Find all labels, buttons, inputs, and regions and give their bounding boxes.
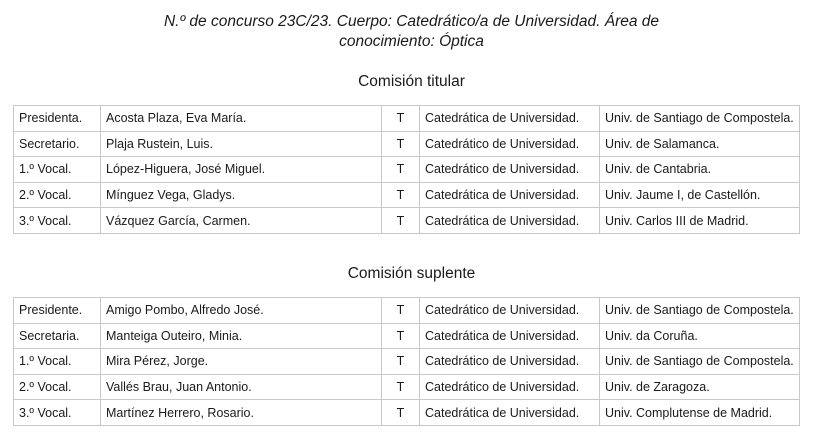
cuerpo-cell: Catedrático de Universidad. <box>419 130 600 158</box>
cuerpo-cell: Catedrática de Universidad. <box>419 105 600 132</box>
titular-row: 3.º Vocal. Vázquez García, Carmen. T Catedr… <box>13 207 800 234</box>
nombre-cell: Vallés Brau, Juan Antonio. <box>100 373 382 401</box>
cuerpo-cell: Catedrática de Universidad. <box>419 399 600 426</box>
suplente-row: 1.º Vocal. Mira Pérez, Jorge. T Catedrático… <box>13 348 800 375</box>
tipo-cell: T <box>381 105 420 132</box>
suplente-row: 3.º Vocal. Martínez Herrero, Rosario. T Cat… <box>13 399 800 426</box>
cargo-cell: Secretaria. <box>13 322 101 350</box>
cargo-cell: Presidenta. <box>13 105 101 132</box>
cargo-cell: 2.º Vocal. <box>13 181 101 209</box>
suplente-table: Presidente. Amigo Pombo, Alfredo José. T Ca… <box>13 297 800 426</box>
cargo-cell: Presidente. <box>13 297 101 324</box>
universidad-cell: Univ. de Cantabria. <box>599 156 800 183</box>
cuerpo-cell: Catedrática de Universidad. <box>419 181 600 209</box>
titular-row: Presidenta. Acosta Plaza, Eva María. T Cate… <box>13 105 800 132</box>
cuerpo-cell: Catedrático de Universidad. <box>419 156 600 183</box>
cuerpo-cell: Catedrático de Universidad. <box>419 373 600 401</box>
cuerpo-cell: Catedrática de Universidad. <box>419 322 600 350</box>
nombre-cell: Mínguez Vega, Gladys. <box>100 181 382 209</box>
universidad-cell: Univ. de Salamanca. <box>599 130 800 158</box>
nombre-cell: Plaja Rustein, Luis. <box>100 130 382 158</box>
tipo-cell: T <box>381 130 420 158</box>
universidad-cell: Univ. Complutense de Madrid. <box>599 399 800 426</box>
tipo-cell: T <box>381 297 420 324</box>
nombre-cell: Mira Pérez, Jorge. <box>100 348 382 375</box>
suplente-row: Presidente. Amigo Pombo, Alfredo José. T Ca… <box>13 297 800 324</box>
nombre-cell: Vázquez García, Carmen. <box>100 207 382 234</box>
universidad-cell: Univ. de Santiago de Compostela. <box>599 348 800 375</box>
titular-row: Secretario. Plaja Rustein, Luis. T Catedrát… <box>13 130 800 158</box>
nombre-cell: Acosta Plaza, Eva María. <box>100 105 382 132</box>
nombre-cell: López-Higuera, José Miguel. <box>100 156 382 183</box>
nombre-cell: Martínez Herrero, Rosario. <box>100 399 382 426</box>
titular-row: 1.º Vocal. López-Higuera, José Miguel. T Ca… <box>13 156 800 183</box>
universidad-cell: Univ. de Santiago de Compostela. <box>599 297 800 324</box>
tipo-cell: T <box>381 373 420 401</box>
cargo-cell: 3.º Vocal. <box>13 207 101 234</box>
document-title: N.º de concurso 23C/23. Cuerpo: Catedrát… <box>0 12 823 52</box>
cargo-cell: 3.º Vocal. <box>13 399 101 426</box>
nombre-cell: Amigo Pombo, Alfredo José. <box>100 297 382 324</box>
tipo-cell: T <box>381 181 420 209</box>
cuerpo-cell: Catedrática de Universidad. <box>419 207 600 234</box>
cargo-cell: Secretario. <box>13 130 101 158</box>
titular-row: 2.º Vocal. Mínguez Vega, Gladys. T Catedrát… <box>13 181 800 209</box>
universidad-cell: Univ. Carlos III de Madrid. <box>599 207 800 234</box>
suplente-heading: Comisión suplente <box>347 265 476 282</box>
universidad-cell: Univ. Jaume I, de Castellón. <box>599 181 800 209</box>
title-line-2: conocimiento: Óptica <box>339 33 484 50</box>
tipo-cell: T <box>381 348 420 375</box>
cargo-cell: 1.º Vocal. <box>13 348 101 375</box>
cargo-cell: 2.º Vocal. <box>13 373 101 401</box>
tipo-cell: T <box>381 207 420 234</box>
cuerpo-cell: Catedrático de Universidad. <box>419 348 600 375</box>
title-line-1: N.º de concurso 23C/23. Cuerpo: Catedrát… <box>163 13 660 30</box>
universidad-cell: Univ. de Santiago de Compostela. <box>599 105 800 132</box>
universidad-cell: Univ. de Zaragoza. <box>599 373 800 401</box>
tipo-cell: T <box>381 322 420 350</box>
cuerpo-cell: Catedrático de Universidad. <box>419 297 600 324</box>
universidad-cell: Univ. da Coruña. <box>599 322 800 350</box>
suplente-row: 2.º Vocal. Vallés Brau, Juan Antonio. T Cat… <box>13 373 800 401</box>
tipo-cell: T <box>381 156 420 183</box>
suplente-row: Secretaria. Manteiga Outeiro, Minia. T Cate… <box>13 322 800 350</box>
cargo-cell: 1.º Vocal. <box>13 156 101 183</box>
nombre-cell: Manteiga Outeiro, Minia. <box>100 322 382 350</box>
tipo-cell: T <box>381 399 420 426</box>
titular-heading: Comisión titular <box>358 73 465 90</box>
titular-table: Presidenta. Acosta Plaza, Eva María. T Cate… <box>13 105 800 234</box>
